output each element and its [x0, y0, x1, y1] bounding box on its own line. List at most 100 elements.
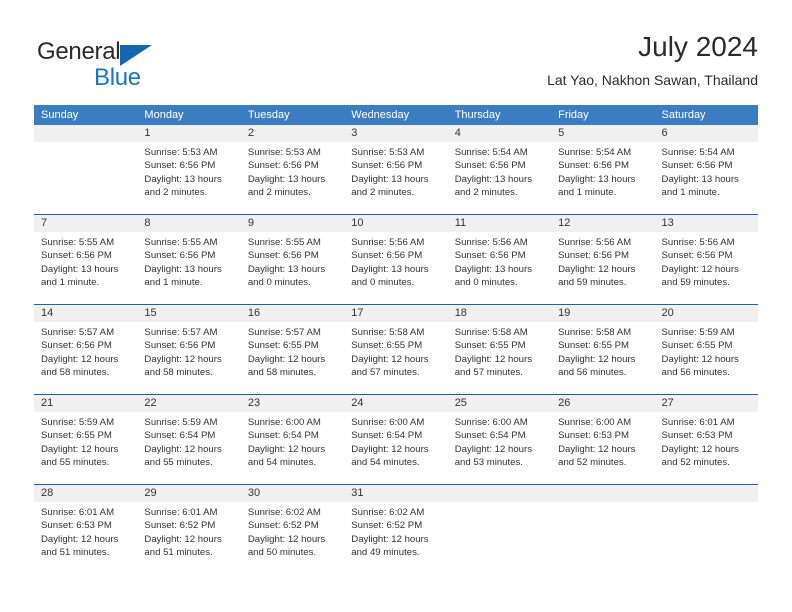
sunset-time: Sunset: 6:56 PM [41, 340, 112, 352]
calendar-day-cell[interactable]: 4 Sunrise: 5:54 AM Sunset: 6:56 PM Daylight… [447, 125, 552, 214]
calendar-day-cell[interactable]: 2 Sunrise: 5:53 AM Sunset: 6:56 PM Daylight… [240, 125, 345, 214]
day-sun-info: Sunrise: 5:55 AM Sunset: 6:56 PM Daylight:… [137, 232, 240, 290]
day-number: 12 [551, 215, 655, 232]
calendar-day-cell[interactable]: 25 Sunrise: 6:00 AM Sunset: 6:54 PM Dayligh… [447, 395, 552, 484]
sunset-time: Sunset: 6:55 PM [661, 340, 733, 352]
sunset-time: Sunset: 6:54 PM [247, 430, 319, 442]
calendar-day-cell[interactable]: 23 Sunrise: 6:00 AM Sunset: 6:54 PM Dayligh… [240, 395, 345, 484]
weekday-header-saturday: Saturday [661, 109, 706, 121]
sunrise-time: Sunrise: 5:59 AM [661, 327, 735, 338]
calendar-day-cell[interactable]: 10 Sunrise: 5:56 AM Sunset: 6:56 PM Dayligh… [344, 215, 448, 304]
daylight-duration-line1: Daylight: 12 hours [661, 263, 739, 275]
calendar-day-cell[interactable]: 27 Sunrise: 6:01 AM Sunset: 6:53 PM Dayligh… [654, 395, 758, 484]
calendar-day-cell[interactable]: 8 Sunrise: 5:55 AM Sunset: 6:56 PM Daylight… [137, 215, 241, 304]
calendar-day-cell[interactable]: 11 Sunrise: 5:56 AM Sunset: 6:56 PM Dayligh… [447, 215, 552, 304]
calendar-day-cell[interactable]: 21 Sunrise: 5:59 AM Sunset: 6:55 PM Dayligh… [34, 395, 138, 484]
sunrise-time: Sunrise: 5:59 AM [144, 417, 218, 428]
daylight-duration-line2: and 0 minutes. [247, 277, 311, 289]
calendar-day-cell[interactable]: 24 Sunrise: 6:00 AM Sunset: 6:54 PM Dayligh… [344, 395, 448, 484]
day-number [34, 125, 138, 142]
daylight-duration-line2: and 51 minutes. [41, 547, 110, 559]
calendar-day-cell[interactable]: 17 Sunrise: 5:58 AM Sunset: 6:55 PM Dayligh… [344, 305, 448, 394]
daylight-duration-line2: and 50 minutes. [247, 547, 317, 559]
calendar-day-cell[interactable]: 13 Sunrise: 5:56 AM Sunset: 6:56 PM Dayligh… [654, 215, 758, 304]
calendar-day-cell[interactable]: 7 Sunrise: 5:55 AM Sunset: 6:56 PM Daylight… [34, 215, 138, 304]
calendar-day-cell[interactable]: 22 Sunrise: 5:59 AM Sunset: 6:54 PM Dayligh… [137, 395, 241, 484]
calendar-day-cell[interactable]: 20 Sunrise: 5:59 AM Sunset: 6:55 PM Dayligh… [654, 305, 758, 394]
day-number [654, 485, 758, 502]
calendar-day-cell[interactable]: 5 Sunrise: 5:54 AM Sunset: 6:56 PM Daylight… [551, 125, 655, 214]
daylight-duration-line1: Daylight: 12 hours [41, 443, 119, 455]
day-sun-info: Sunrise: 5:56 AM Sunset: 6:56 PM Daylight:… [551, 232, 654, 290]
sunrise-time: Sunrise: 6:01 AM [144, 507, 218, 518]
daylight-duration-line2: and 2 minutes. [351, 187, 415, 199]
day-number: 25 [447, 395, 552, 412]
daylight-duration-line2: and 58 minutes. [144, 367, 213, 379]
daylight-duration-line2: and 58 minutes. [41, 367, 110, 379]
daylight-duration-line1: Daylight: 12 hours [144, 533, 222, 545]
day-number: 17 [344, 305, 448, 322]
sunrise-time: Sunrise: 5:54 AM [558, 147, 632, 158]
calendar-day-cell[interactable]: 6 Sunrise: 5:54 AM Sunset: 6:56 PM Daylight… [654, 125, 758, 214]
sunrise-time: Sunrise: 6:02 AM [351, 507, 425, 518]
calendar-day-cell[interactable]: 26 Sunrise: 6:00 AM Sunset: 6:53 PM Dayligh… [551, 395, 655, 484]
day-number: 14 [34, 305, 138, 322]
daylight-duration-line1: Daylight: 12 hours [661, 443, 739, 455]
day-number: 29 [137, 485, 241, 502]
calendar-day-cell[interactable]: 28 Sunrise: 6:01 AM Sunset: 6:53 PM Dayligh… [34, 485, 138, 574]
daylight-duration-line2: and 57 minutes. [454, 367, 523, 379]
day-number [551, 485, 655, 502]
calendar-day-cell-empty [447, 485, 552, 574]
day-number: 27 [654, 395, 758, 412]
sunrise-time: Sunrise: 6:01 AM [661, 417, 735, 428]
sunset-time: Sunset: 6:56 PM [351, 250, 423, 262]
daylight-duration-line1: Daylight: 12 hours [351, 533, 429, 545]
sunset-time: Sunset: 6:53 PM [41, 520, 112, 532]
calendar-day-cell[interactable]: 29 Sunrise: 6:01 AM Sunset: 6:52 PM Dayligh… [137, 485, 241, 574]
calendar-day-cell[interactable]: 18 Sunrise: 5:58 AM Sunset: 6:55 PM Dayligh… [447, 305, 552, 394]
calendar-day-cell[interactable]: 9 Sunrise: 5:55 AM Sunset: 6:56 PM Daylight… [240, 215, 345, 304]
day-number: 16 [240, 305, 345, 322]
sunset-time: Sunset: 6:56 PM [247, 250, 319, 262]
daylight-duration-line1: Daylight: 12 hours [247, 533, 326, 545]
daylight-duration-line2: and 59 minutes. [558, 277, 627, 289]
calendar-day-cell[interactable]: 1 Sunrise: 5:53 AM Sunset: 6:56 PM Daylight… [137, 125, 241, 214]
calendar-day-cell[interactable]: 12 Sunrise: 5:56 AM Sunset: 6:56 PM Dayligh… [551, 215, 655, 304]
sunset-time: Sunset: 6:54 PM [351, 430, 423, 442]
daylight-duration-line2: and 57 minutes. [351, 367, 420, 379]
sunrise-time: Sunrise: 5:58 AM [351, 327, 425, 338]
sunrise-time: Sunrise: 5:58 AM [454, 327, 528, 338]
calendar-week-row: 28 Sunrise: 6:01 AM Sunset: 6:53 PM Dayligh… [34, 484, 758, 574]
generalblue-logo[interactable]: General Blue [34, 38, 234, 92]
daylight-duration-line2: and 1 minute. [41, 277, 100, 289]
daylight-duration-line2: and 52 minutes. [661, 457, 730, 469]
sunrise-time: Sunrise: 5:56 AM [454, 237, 528, 248]
daylight-duration-line1: Daylight: 13 hours [144, 263, 222, 275]
calendar-day-cell[interactable]: 15 Sunrise: 5:57 AM Sunset: 6:56 PM Dayligh… [137, 305, 241, 394]
calendar-day-cell[interactable]: 19 Sunrise: 5:58 AM Sunset: 6:55 PM Dayligh… [551, 305, 655, 394]
day-sun-info: Sunrise: 5:56 AM Sunset: 6:56 PM Daylight:… [448, 232, 551, 290]
weekday-header-friday: Friday [558, 109, 589, 121]
day-sun-info: Sunrise: 5:55 AM Sunset: 6:56 PM Daylight:… [34, 232, 137, 290]
calendar-day-cell[interactable]: 16 Sunrise: 5:57 AM Sunset: 6:55 PM Dayligh… [240, 305, 345, 394]
weekday-header-tuesday: Tuesday [247, 109, 290, 121]
page-title: July 2024 [638, 31, 758, 62]
day-sun-info [34, 142, 137, 146]
day-sun-info: Sunrise: 6:01 AM Sunset: 6:53 PM Daylight:… [655, 412, 758, 470]
daylight-duration-line2: and 59 minutes. [661, 277, 730, 289]
daylight-duration-line1: Daylight: 12 hours [247, 443, 326, 455]
sunrise-time: Sunrise: 5:53 AM [247, 147, 321, 158]
daylight-duration-line2: and 58 minutes. [247, 367, 317, 379]
day-number: 20 [654, 305, 758, 322]
sunrise-time: Sunrise: 5:55 AM [41, 237, 115, 248]
daylight-duration-line1: Daylight: 12 hours [558, 353, 636, 365]
calendar-day-cell[interactable]: 14 Sunrise: 5:57 AM Sunset: 6:56 PM Dayligh… [34, 305, 138, 394]
calendar-day-cell[interactable]: 3 Sunrise: 5:53 AM Sunset: 6:56 PM Daylight… [344, 125, 448, 214]
sunset-time: Sunset: 6:56 PM [661, 250, 733, 262]
sunrise-time: Sunrise: 6:00 AM [454, 417, 528, 428]
daylight-duration-line2: and 56 minutes. [558, 367, 627, 379]
calendar-day-cell[interactable]: 31 Sunrise: 6:02 AM Sunset: 6:52 PM Dayligh… [344, 485, 448, 574]
calendar-day-cell[interactable]: 30 Sunrise: 6:02 AM Sunset: 6:52 PM Dayligh… [240, 485, 345, 574]
daylight-duration-line2: and 1 minute. [144, 277, 203, 289]
sunset-time: Sunset: 6:56 PM [558, 160, 630, 172]
